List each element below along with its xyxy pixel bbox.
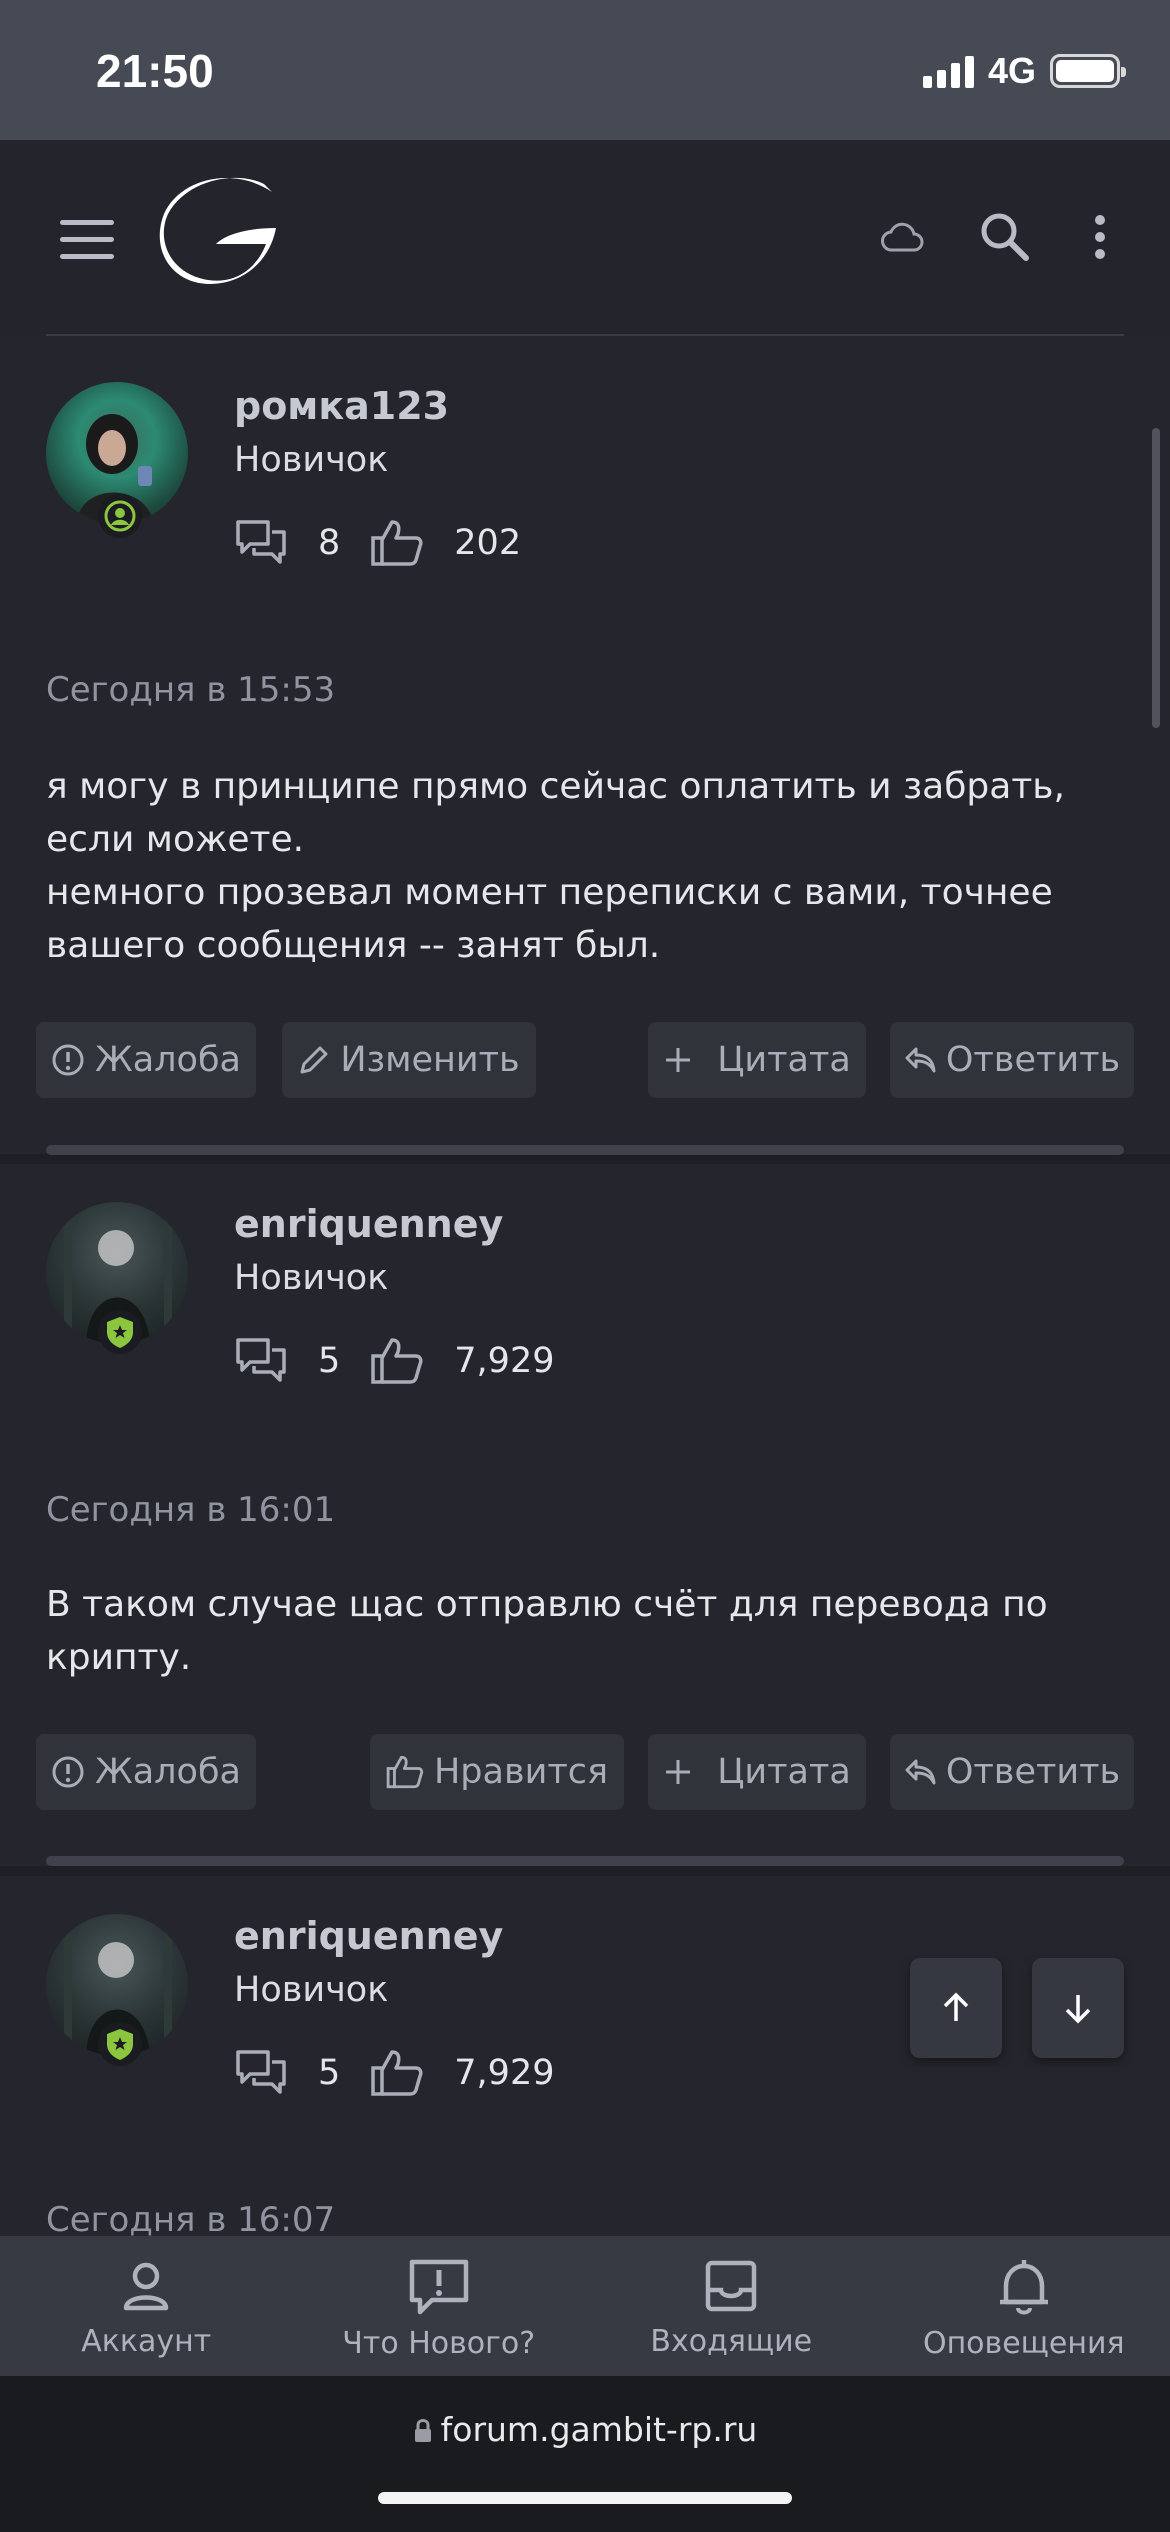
post-author-name[interactable]: enriquenney [234, 1914, 503, 1958]
report-label: Жалоба [95, 1040, 241, 1080]
post-divider [46, 1145, 1124, 1155]
post-card: ромка123 Новичок 8 202 Сегодня в 15:53 я… [0, 336, 1170, 1154]
like-label: Нравится [433, 1752, 609, 1792]
reactions-icon [371, 2050, 423, 2096]
reactions-icon [371, 1338, 423, 1384]
bell-icon [999, 2260, 1048, 2315]
messages-count: 5 [318, 2053, 341, 2093]
plus-icon [666, 1048, 691, 1072]
report-button[interactable]: Жалоба [36, 1734, 256, 1810]
user-badge-icon [98, 1310, 142, 1354]
alert-circle-icon [52, 1044, 84, 1076]
messages-icon [236, 2050, 286, 2094]
site-logo[interactable] [156, 174, 280, 286]
post-body-line: я могу в принципе прямо сейчас оплатить … [46, 766, 1065, 807]
report-label: Жалоба [95, 1752, 241, 1792]
post-body-line: немного прозевал момент переписки с вами… [46, 872, 1053, 913]
reply-icon [905, 1047, 936, 1073]
status-bar: 21:50 4G [0, 0, 1170, 140]
post-body: В таком случае щас отправлю счёт для пер… [46, 1578, 1126, 1684]
post-author-title: Новичок [234, 1258, 389, 1298]
cloud-icon[interactable] [880, 220, 924, 254]
post-body-line: если можете. [46, 819, 305, 860]
post-timestamp[interactable]: Сегодня в 15:53 [46, 670, 335, 710]
post-author-title: Новичок [234, 1970, 389, 2010]
post-timestamp[interactable]: Сегодня в 16:01 [46, 1490, 335, 1530]
post-body-line: вашего сообщения -- занят был. [46, 925, 661, 966]
user-badge-icon [98, 494, 142, 538]
post-author-stats: 5 7,929 [234, 2048, 584, 2098]
thumbs-up-icon [386, 1755, 424, 1789]
post-author-stats: 5 7,929 [234, 1336, 584, 1386]
tab-label: Оповещения [922, 2326, 1125, 2361]
arrow-down-icon [1065, 1995, 1091, 2024]
reactions-count: 202 [454, 523, 522, 563]
status-time: 21:50 [96, 45, 214, 97]
reactions-count: 7,929 [454, 1341, 555, 1381]
scroll-bottom-button[interactable] [1032, 1958, 1124, 2058]
post-author-name[interactable]: enriquenney [234, 1202, 503, 1246]
url-display[interactable]: forum.gambit-rp.ru [0, 2410, 1170, 2449]
reply-icon [905, 1759, 936, 1785]
tab-label: Что Нового? [342, 2326, 536, 2361]
quote-button[interactable]: Цитата [648, 1734, 866, 1810]
menu-icon[interactable] [60, 220, 114, 260]
post-body: я могу в принципе прямо сейчас оплатить … [46, 760, 1126, 972]
tab-whats-new[interactable]: Что Нового? [293, 2236, 586, 2376]
plus-icon [666, 1760, 691, 1784]
bottom-tab-bar: Аккаунт Что Нового? Входящие Оповещения [0, 2236, 1170, 2376]
scrollbar[interactable] [1152, 428, 1160, 728]
post-body-line: крипту. [46, 1637, 192, 1678]
search-icon[interactable] [978, 210, 1030, 262]
quote-label: Цитата [717, 1752, 851, 1792]
alert-circle-icon [52, 1756, 84, 1788]
post-author-title: Новичок [234, 440, 389, 480]
network-type: 4G [987, 50, 1036, 91]
tab-inbox[interactable]: Входящие [585, 2236, 878, 2376]
post-timestamp[interactable]: Сегодня в 16:07 [46, 2200, 335, 2240]
reply-label: Ответить [945, 1040, 1121, 1080]
user-icon [124, 2262, 169, 2311]
arrow-up-icon [943, 1992, 969, 2021]
messages-count: 5 [318, 1341, 341, 1381]
post-author-name[interactable]: ромка123 [234, 384, 449, 428]
edit-button[interactable]: Изменить [282, 1022, 536, 1098]
post-divider [46, 1856, 1124, 1866]
reactions-icon [371, 520, 423, 566]
quote-label: Цитата [717, 1040, 851, 1080]
reply-button[interactable]: Ответить [890, 1022, 1134, 1098]
tab-account[interactable]: Аккаунт [0, 2236, 293, 2376]
post-card: enriquenney Новичок 5 7,929 Сегодня в 16… [0, 1164, 1170, 1866]
reactions-count: 7,929 [454, 2053, 555, 2093]
status-indicators: 4G [922, 50, 1126, 92]
post-author-stats: 8 202 [234, 518, 551, 568]
messages-icon [236, 1338, 286, 1382]
tab-alerts[interactable]: Оповещения [878, 2236, 1170, 2376]
messages-icon [236, 520, 286, 564]
scroll-top-button[interactable] [910, 1958, 1002, 2058]
signal-icon [922, 54, 974, 88]
tab-label: Входящие [650, 2324, 813, 2359]
message-alert-icon [409, 2259, 468, 2315]
messages-count: 8 [318, 523, 341, 563]
inbox-icon [706, 2260, 757, 2312]
browser-url-bar[interactable]: forum.gambit-rp.ru [0, 2376, 1170, 2532]
user-badge-icon [98, 2022, 142, 2066]
more-vertical-icon[interactable] [1092, 214, 1108, 260]
edit-label: Изменить [340, 1040, 520, 1080]
home-indicator[interactable] [378, 2492, 792, 2504]
url-text: forum.gambit-rp.ru [440, 2410, 758, 2449]
reply-button[interactable]: Ответить [890, 1734, 1134, 1810]
lock-icon [414, 2419, 431, 2442]
reply-label: Ответить [945, 1752, 1121, 1792]
battery-icon [1050, 54, 1126, 88]
quote-button[interactable]: Цитата [648, 1022, 866, 1098]
like-button[interactable]: Нравится [370, 1734, 624, 1810]
tab-label: Аккаунт [81, 2324, 212, 2359]
report-button[interactable]: Жалоба [36, 1022, 256, 1098]
pencil-icon [300, 1046, 328, 1074]
post-body-line: В таком случае щас отправлю счёт для пер… [46, 1584, 1048, 1625]
